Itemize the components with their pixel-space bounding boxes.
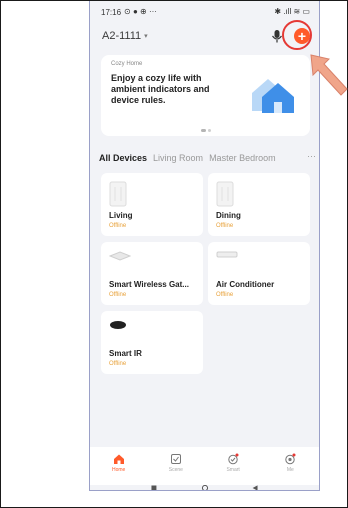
device-name: Smart Wireless Gat... — [109, 280, 189, 289]
device-card-gateway[interactable]: Smart Wireless Gat... Offline — [101, 242, 203, 305]
chevron-down-icon[interactable]: ▾ — [144, 32, 148, 40]
ir-blaster-icon — [110, 321, 126, 329]
device-status: Offline — [109, 292, 127, 298]
device-status: Offline — [109, 361, 127, 367]
device-name: Living — [109, 211, 133, 220]
highlight-circle — [282, 20, 312, 50]
tab-label: Smart — [226, 467, 240, 473]
tab-scene[interactable]: Scene — [147, 447, 204, 485]
me-icon — [285, 453, 296, 465]
tab-all-devices[interactable]: All Devices — [99, 153, 147, 163]
banner-kicker: Cozy Home — [111, 61, 143, 67]
air-conditioner-icon — [216, 251, 238, 258]
tab-living-room[interactable]: Living Room — [153, 153, 203, 163]
tab-me[interactable]: Me — [262, 447, 319, 485]
tab-label: Me — [286, 467, 294, 473]
device-card-smart-ir[interactable]: Smart IR Offline — [101, 311, 203, 374]
device-card-dining[interactable]: Dining Offline — [208, 173, 310, 236]
tab-home[interactable]: Home — [90, 447, 147, 485]
signal-battery-icons: ✱ .ıll ≋ ▭ — [274, 7, 310, 16]
status-bar: 17:16 ⊙ ● ⊕ ··· ✱ .ıll ≋ ▭ — [90, 1, 319, 23]
switch-panel-icon — [109, 181, 127, 207]
device-card-living[interactable]: Living Offline — [101, 173, 203, 236]
switch-panel-icon — [216, 181, 234, 207]
room-tabs: All Devices Living Room Master Bedroom ·… — [99, 151, 319, 165]
phone-screen: 17:16 ⊙ ● ⊕ ··· ✱ .ıll ≋ ▭ A2-1111 ▾ + C… — [89, 1, 320, 491]
notification-icons: ⊙ ● ⊕ ··· — [124, 7, 157, 16]
device-name: Smart IR — [109, 349, 142, 358]
home-nav-icon[interactable] — [201, 485, 209, 490]
gateway-icon — [109, 251, 131, 261]
scene-icon — [170, 454, 181, 464]
device-name: Air Conditioner — [216, 280, 275, 289]
device-name: Dining — [216, 211, 241, 220]
home-icon — [113, 454, 124, 464]
banner-headline: Enjoy a cozy life with ambient indicator… — [111, 73, 210, 105]
device-status: Offline — [109, 223, 127, 229]
device-status: Offline — [216, 223, 234, 229]
status-time: 17:16 — [101, 7, 122, 17]
recent-apps-icon[interactable] — [151, 485, 157, 491]
back-icon[interactable] — [252, 485, 258, 490]
device-status: Offline — [216, 292, 234, 298]
android-nav-bar — [151, 485, 258, 491]
device-card-air-conditioner[interactable]: Air Conditioner Offline — [208, 242, 310, 305]
more-icon[interactable]: ··· — [307, 151, 316, 161]
cozy-home-banner[interactable]: Cozy Home Enjoy a cozy life with ambient… — [101, 55, 310, 136]
carousel-dot — [208, 129, 211, 132]
carousel-dot-active — [201, 129, 206, 132]
bottom-tab-bar: Home Scene Smart Me — [90, 447, 319, 485]
screenshot-frame: 17:16 ⊙ ● ⊕ ··· ✱ .ıll ≋ ▭ A2-1111 ▾ + C… — [0, 0, 348, 508]
tab-smart[interactable]: Smart — [205, 447, 262, 485]
carousel-dots — [201, 129, 211, 132]
tab-label: Home — [111, 467, 126, 473]
tab-label: Scene — [168, 467, 183, 473]
house-illustration-icon — [252, 79, 294, 113]
tab-master-bedroom[interactable]: Master Bedroom — [209, 153, 276, 163]
home-selector[interactable]: A2-1111 — [102, 30, 141, 42]
pointer-arrow-icon — [310, 54, 348, 96]
smart-icon — [228, 453, 239, 465]
